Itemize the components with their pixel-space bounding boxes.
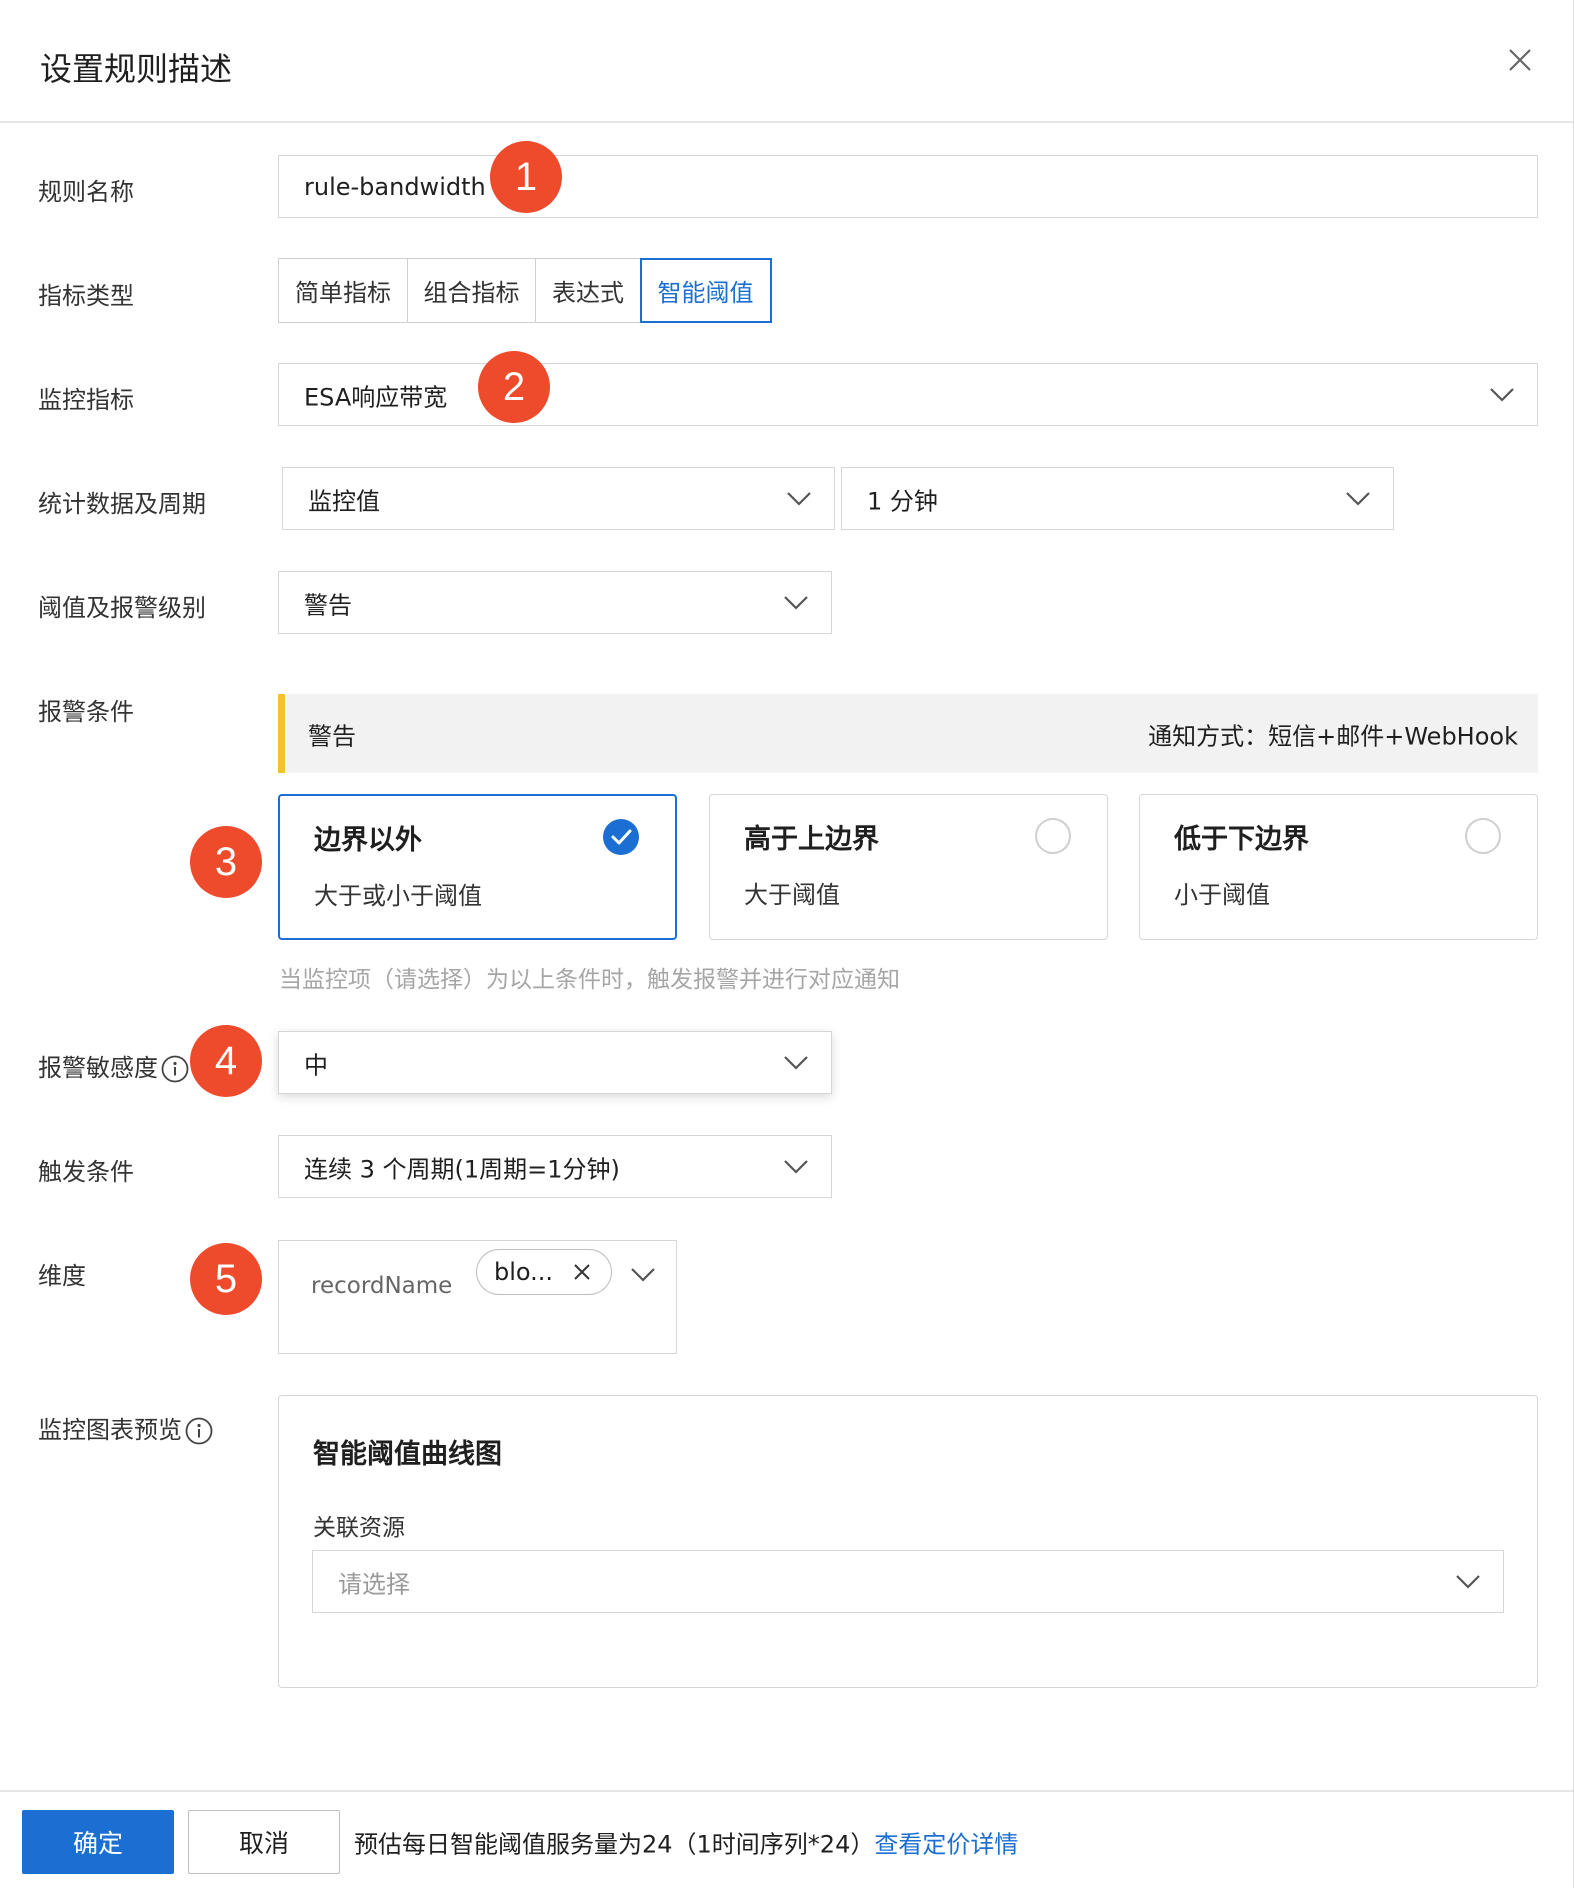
checkmark-icon[interactable]: [603, 819, 639, 855]
condition-card-subtitle: 大于阈值: [744, 881, 840, 909]
metric-type-expression[interactable]: 表达式: [535, 258, 641, 323]
threshold-level-select[interactable]: 警告: [278, 571, 832, 634]
info-icon[interactable]: [160, 1054, 190, 1084]
estimate-label: 预估每日智能阈值服务量为24（1时间序列*24）: [354, 1830, 875, 1859]
chevron-down-icon: [784, 595, 808, 610]
chevron-down-icon: [631, 1268, 655, 1282]
chevron-down-icon: [1456, 1574, 1480, 1589]
dimension-tag: blo...: [476, 1249, 612, 1295]
chevron-down-icon: [1346, 491, 1370, 506]
radio-icon[interactable]: [1035, 818, 1071, 854]
confirm-button[interactable]: 确定: [22, 1810, 174, 1874]
condition-card-subtitle: 小于阈值: [1174, 881, 1270, 909]
step-badge-4: 4: [190, 1025, 262, 1097]
dimension-label: 维度: [38, 1262, 86, 1290]
sensitivity-label-text: 报警敏感度: [38, 1054, 158, 1082]
metric-type-segmented: 简单指标 组合指标 表达式 智能阈值: [278, 258, 772, 323]
pricing-link[interactable]: 查看定价详情: [874, 1831, 1018, 1859]
period-select[interactable]: 1 分钟: [841, 467, 1394, 530]
notify-method-text: 通知方式：短信+邮件+WebHook: [1148, 722, 1518, 750]
stat-period-label: 统计数据及周期: [38, 490, 206, 518]
metric-type-label: 指标类型: [38, 282, 134, 310]
chevron-down-icon: [1490, 387, 1514, 402]
condition-card-title: 低于下边界: [1174, 824, 1309, 855]
dimension-tag-value: blo...: [494, 1258, 554, 1286]
monitor-metric-label: 监控指标: [38, 386, 134, 414]
rule-name-input[interactable]: rule-bandwidth: [278, 155, 1538, 218]
metric-type-smart-threshold[interactable]: 智能阈值: [639, 258, 772, 323]
rule-name-value: rule-bandwidth: [304, 172, 486, 201]
chart-preview-title: 智能阈值曲线图: [313, 1439, 502, 1470]
metric-type-combined[interactable]: 组合指标: [406, 258, 537, 323]
resource-label: 关联资源: [313, 1515, 405, 1541]
condition-hint: 当监控项（请选择）为以上条件时，触发报警并进行对应通知: [279, 967, 900, 993]
dialog-title: 设置规则描述: [40, 50, 233, 88]
rule-name-label: 规则名称: [38, 178, 134, 206]
sensitivity-label: 报警敏感度: [38, 1048, 190, 1084]
chart-preview-label: 监控图表预览: [38, 1410, 214, 1446]
step-badge-1: 1: [490, 141, 562, 213]
resource-select[interactable]: 请选择: [312, 1550, 1504, 1613]
step-badge-3: 3: [190, 826, 262, 898]
trigger-value: 连续 3 个周期(1周期=1分钟): [304, 1155, 620, 1183]
step-badge-2: 2: [478, 351, 550, 423]
resource-placeholder: 请选择: [338, 1570, 410, 1598]
condition-card-subtitle: 大于或小于阈值: [314, 882, 482, 910]
dialog-header: 设置规则描述: [0, 0, 1574, 123]
threshold-level-label: 阈值及报警级别: [38, 594, 206, 622]
step-badge-5: 5: [190, 1243, 262, 1315]
alert-level-text: 警告: [308, 722, 356, 750]
chart-preview-panel: 智能阈值曲线图 关联资源 请选择: [278, 1395, 1538, 1688]
dimension-key: recordName: [311, 1273, 453, 1299]
monitor-metric-value: ESA响应带宽: [304, 383, 448, 411]
condition-card-below[interactable]: 低于下边界 小于阈值: [1139, 794, 1538, 940]
close-icon[interactable]: [573, 1263, 591, 1281]
dialog-footer: 确定 取消 预估每日智能阈值服务量为24（1时间序列*24）查看定价详情: [0, 1790, 1574, 1888]
dimension-select[interactable]: recordName: [278, 1240, 677, 1354]
chevron-down-icon: [784, 1159, 808, 1174]
trigger-label: 触发条件: [38, 1158, 134, 1186]
chevron-down-icon: [787, 491, 811, 506]
alert-level-bar: 警告 通知方式：短信+邮件+WebHook: [278, 694, 1538, 773]
radio-icon[interactable]: [1465, 818, 1501, 854]
cancel-button[interactable]: 取消: [188, 1810, 340, 1874]
stat-select[interactable]: 监控值: [282, 467, 835, 530]
condition-card-title: 边界以外: [314, 825, 422, 856]
sensitivity-select[interactable]: 中: [278, 1031, 832, 1094]
info-icon[interactable]: [184, 1416, 214, 1446]
close-icon[interactable]: [1503, 43, 1537, 77]
monitor-metric-select[interactable]: ESA响应带宽: [278, 363, 1538, 426]
estimate-text: 预估每日智能阈值服务量为24（1时间序列*24）查看定价详情: [354, 1825, 1018, 1860]
condition-card-above[interactable]: 高于上边界 大于阈值: [709, 794, 1108, 940]
sensitivity-value: 中: [304, 1051, 328, 1079]
rule-dialog: 设置规则描述 规则名称 rule-bandwidth 1 指标类型 简单指标 组…: [0, 0, 1574, 1888]
condition-card-outside[interactable]: 边界以外 大于或小于阈值: [278, 794, 677, 940]
chart-preview-label-text: 监控图表预览: [38, 1416, 182, 1444]
period-value: 1 分钟: [867, 487, 938, 515]
threshold-level-value: 警告: [304, 591, 352, 619]
metric-type-simple[interactable]: 简单指标: [278, 258, 408, 323]
condition-card-title: 高于上边界: [744, 824, 879, 855]
chevron-down-icon: [784, 1055, 808, 1070]
alert-condition-label: 报警条件: [38, 698, 134, 726]
stat-value: 监控值: [308, 487, 380, 515]
trigger-select[interactable]: 连续 3 个周期(1周期=1分钟): [278, 1135, 832, 1198]
